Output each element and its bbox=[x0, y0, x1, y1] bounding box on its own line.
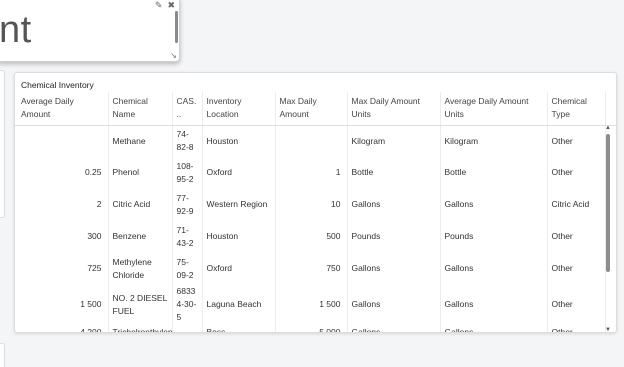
cell-inventory-location: Oxford bbox=[202, 157, 276, 189]
cell-max-daily-amount: 1 bbox=[275, 157, 348, 189]
cell-chemical-name: NO. 2 DIESEL FUEL bbox=[108, 285, 173, 325]
cell-max-daily-amount-units: Gallons bbox=[347, 324, 441, 332]
cell-average-daily-amount-units: Bottle bbox=[440, 157, 548, 189]
close-icon[interactable]: ✖ bbox=[167, 0, 175, 11]
panel-title: Chemical Inventory bbox=[21, 80, 94, 90]
table-row[interactable]: 0.25 Phenol 108-95-2 Oxford 1 Bottle Bot… bbox=[15, 157, 616, 189]
cell-cas: 108-95-2 bbox=[172, 157, 203, 189]
cell-max-daily-amount: 5 000 bbox=[275, 324, 348, 332]
cell-inventory-location: Laguna Beach bbox=[202, 285, 276, 325]
inventory-table: Average Daily Amount Chemical Name CAS..… bbox=[15, 92, 616, 332]
table-row[interactable]: 4 200 Tricholroethylene Boss 5 000 Gallo… bbox=[15, 324, 616, 332]
table-row[interactable]: 2 Citric Acid 77-92-9 Western Region 10 … bbox=[15, 189, 616, 221]
column-header[interactable]: Average Daily Amount bbox=[15, 92, 109, 126]
cell-chemical-type: Other bbox=[547, 221, 606, 253]
cell-cas: 68334-30-5 bbox=[172, 285, 203, 325]
scrollbar-thumb[interactable] bbox=[606, 134, 610, 272]
cell-max-daily-amount-units: Pounds bbox=[347, 221, 441, 253]
cell-inventory-location: Boss bbox=[202, 324, 276, 332]
cell-cas bbox=[172, 324, 203, 332]
table-row[interactable]: 1 500 NO. 2 DIESEL FUEL 68334-30-5 Lagun… bbox=[15, 285, 616, 325]
table-row[interactable]: Methane 74-82-8 Houston Kilogram Kilogra… bbox=[15, 125, 616, 157]
cell-chemical-name: Methane bbox=[108, 125, 173, 157]
cell-average-daily-amount-units: Gallons bbox=[440, 189, 548, 221]
cell-max-daily-amount-units: Bottle bbox=[347, 157, 441, 189]
cell-cas: 75-09-2 bbox=[172, 253, 203, 285]
table-row[interactable]: 300 Benzene 71-43-2 Houston 500 Pounds P… bbox=[15, 221, 616, 253]
table-scrollbar[interactable]: ▲ ▼ bbox=[604, 125, 612, 332]
column-header[interactable]: Chemical Name bbox=[108, 92, 173, 126]
cell-max-daily-amount-units: Gallons bbox=[347, 253, 441, 285]
cell-max-daily-amount-units: Gallons bbox=[347, 285, 441, 325]
pencil-icon[interactable]: ✎ bbox=[155, 0, 163, 11]
cell-average-daily-amount: 2 bbox=[15, 189, 109, 221]
cell-average-daily-amount: 0.25 bbox=[15, 157, 109, 189]
background-card bbox=[0, 70, 5, 218]
cell-chemical-name: Benzene bbox=[108, 221, 173, 253]
resize-icon[interactable]: ↘ bbox=[170, 51, 177, 60]
cell-average-daily-amount-units: Pounds bbox=[440, 221, 548, 253]
cell-average-daily-amount: 725 bbox=[15, 253, 109, 285]
cell-max-daily-amount-units: Gallons bbox=[347, 189, 441, 221]
column-header[interactable]: CAS... bbox=[172, 92, 203, 126]
table-header-row: Average Daily Amount Chemical Name CAS..… bbox=[15, 92, 616, 126]
cell-max-daily-amount: 750 bbox=[275, 253, 348, 285]
column-header[interactable]: Max Daily Amount bbox=[275, 92, 348, 126]
cell-inventory-location: Western Region bbox=[202, 189, 276, 221]
text-widget[interactable]: nt ✎ ✖ ↘ bbox=[0, 0, 180, 62]
cell-average-daily-amount-units: Gallons bbox=[440, 253, 548, 285]
cell-chemical-type: Other bbox=[547, 157, 606, 189]
cell-chemical-name: Tricholroethylene bbox=[108, 324, 173, 332]
cell-average-daily-amount bbox=[15, 125, 109, 157]
cell-chemical-name: Citric Acid bbox=[108, 189, 173, 221]
table-row[interactable]: 725 Methylene Chloride 75-09-2 Oxford 75… bbox=[15, 253, 616, 285]
cell-chemical-name: Phenol bbox=[108, 157, 173, 189]
cell-chemical-type: Other bbox=[547, 285, 606, 325]
cell-chemical-type: Other bbox=[547, 253, 606, 285]
column-header[interactable]: Average Daily Amount Units bbox=[440, 92, 548, 126]
cell-max-daily-amount bbox=[275, 125, 348, 157]
widget-toolbar: ✎ ✖ bbox=[155, 0, 175, 11]
cell-cas: 77-92-9 bbox=[172, 189, 203, 221]
cell-chemical-type: Citric Acid bbox=[547, 189, 606, 221]
arrow-down-icon[interactable]: ▼ bbox=[605, 327, 611, 332]
cell-max-daily-amount: 1 500 bbox=[275, 285, 348, 325]
cell-average-daily-amount: 4 200 bbox=[15, 324, 109, 332]
arrow-up-icon[interactable]: ▲ bbox=[605, 125, 611, 131]
cell-average-daily-amount-units: Kilogram bbox=[440, 125, 548, 157]
cell-chemical-name: Methylene Chloride bbox=[108, 253, 173, 285]
chemical-inventory-panel: Chemical Inventory Average Daily Amount … bbox=[14, 72, 617, 333]
cell-average-daily-amount: 1 500 bbox=[15, 285, 109, 325]
cell-cas: 71-43-2 bbox=[172, 221, 203, 253]
cell-chemical-type: Other bbox=[547, 125, 606, 157]
cell-chemical-type: Other bbox=[547, 324, 606, 332]
background-card bbox=[0, 343, 5, 367]
cell-average-daily-amount: 300 bbox=[15, 221, 109, 253]
widget-text: nt bbox=[0, 9, 32, 51]
cell-inventory-location: Houston bbox=[202, 221, 276, 253]
cell-max-daily-amount: 500 bbox=[275, 221, 348, 253]
cell-cas: 74-82-8 bbox=[172, 125, 203, 157]
column-header[interactable]: Chemical Type bbox=[547, 92, 606, 126]
widget-scrollbar[interactable] bbox=[175, 11, 178, 43]
cell-average-daily-amount-units: Gallons bbox=[440, 324, 548, 332]
cell-average-daily-amount-units: Gallons bbox=[440, 285, 548, 325]
cell-inventory-location: Oxford bbox=[202, 253, 276, 285]
cell-max-daily-amount: 10 bbox=[275, 189, 348, 221]
column-header[interactable]: Inventory Location bbox=[202, 92, 276, 126]
cell-max-daily-amount-units: Kilogram bbox=[347, 125, 441, 157]
column-header[interactable]: Max Daily Amount Units bbox=[347, 92, 441, 126]
column-header-spacer bbox=[605, 92, 616, 126]
cell-inventory-location: Houston bbox=[202, 125, 276, 157]
